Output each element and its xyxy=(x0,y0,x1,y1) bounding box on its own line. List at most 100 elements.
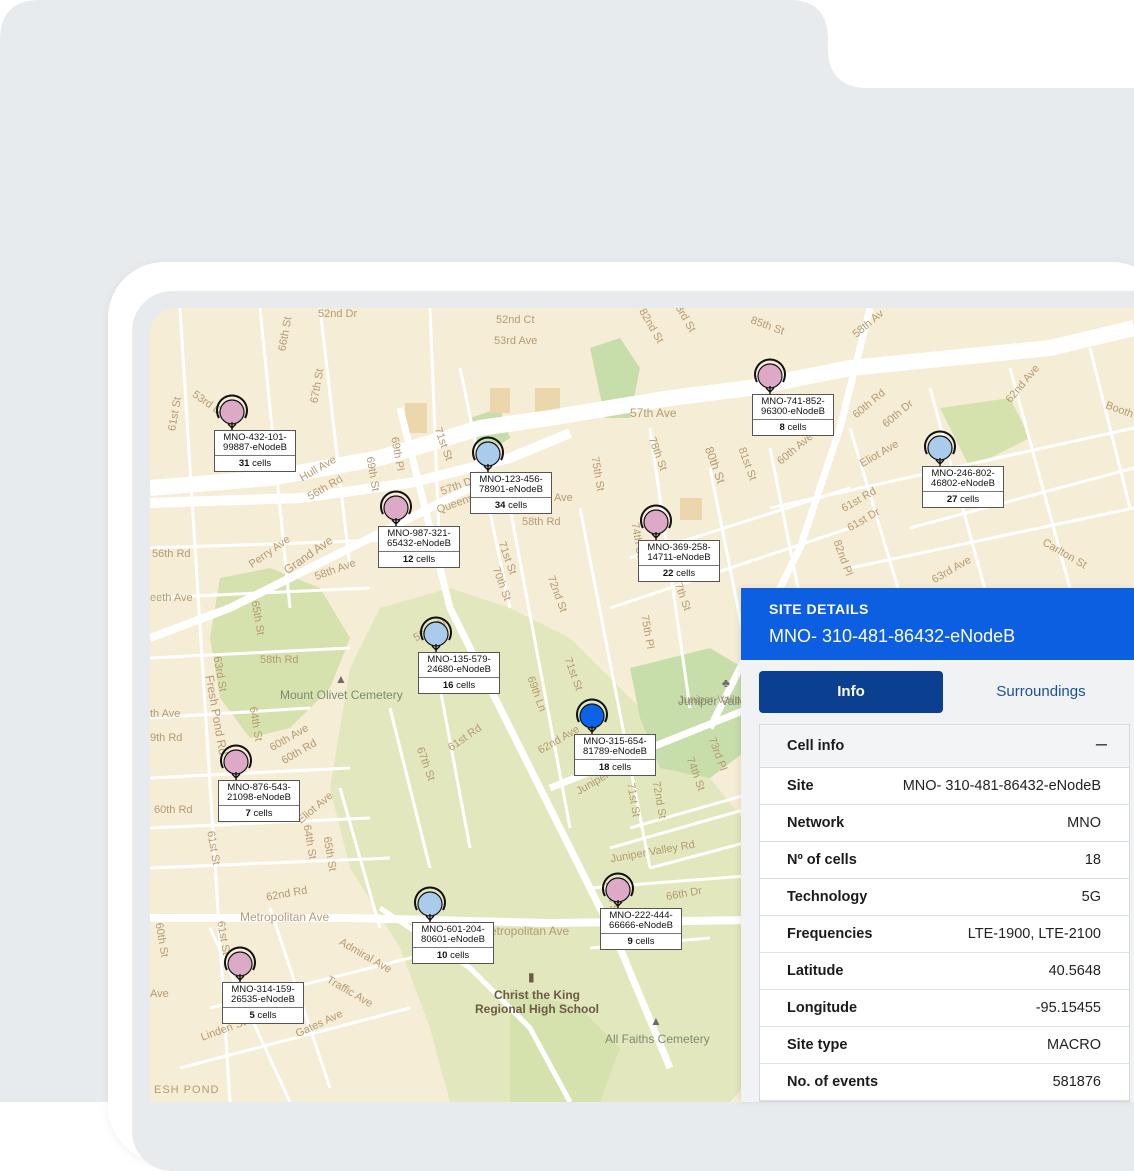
site-title: MNO- 310-481-86432-eNodeB xyxy=(769,626,1016,646)
site-label-card[interactable]: MNO-314-159-26535-eNodeB 5 cells xyxy=(222,982,304,1024)
site-label-card[interactable]: MNO-123-456-78901-eNodeB 34 cells xyxy=(470,472,552,514)
antenna-pin-icon[interactable] xyxy=(378,490,414,528)
cells-unit: cells xyxy=(252,458,272,469)
info-value: MNO- 310-481-86432-eNodeB xyxy=(902,778,1101,794)
info-row: Site MNO- 310-481-86432-eNodeB xyxy=(760,768,1129,805)
antenna-pin-icon[interactable] xyxy=(638,504,674,542)
antenna-pin-icon[interactable] xyxy=(600,872,636,910)
antenna-pin-icon[interactable] xyxy=(218,744,254,782)
info-row: Latitude 40.5648 xyxy=(760,953,1129,990)
antenna-pin-icon[interactable] xyxy=(922,430,958,468)
info-value: 18 xyxy=(1084,852,1101,868)
cells-count: 12 xyxy=(402,554,414,565)
site-name: MNO-601-204-80601-eNodeB xyxy=(413,923,493,948)
collapse-icon[interactable]: – xyxy=(1096,733,1107,756)
map-label: 58th Rd xyxy=(260,654,299,666)
info-key: Nº of cells xyxy=(787,852,857,868)
panel-header: SITE DETAILS MNO- 310-481-86432-eNodeB xyxy=(741,588,1134,660)
site-name: MNO-123-456-78901-eNodeB xyxy=(471,473,551,498)
antenna-pin-icon[interactable] xyxy=(418,616,454,654)
site-label-card[interactable]: MNO-315-654-81789-eNodeB 18 cells xyxy=(574,734,656,776)
antenna-pin-icon[interactable] xyxy=(752,358,788,396)
cells-unit: cells xyxy=(676,568,696,579)
map-label: eeth Ave xyxy=(150,592,193,604)
site-label-card[interactable]: MNO-876-543-21098-eNodeB 7 cells xyxy=(218,780,300,822)
cell-info-table: Cell info – Site MNO- 310-481-86432-eNode… xyxy=(759,724,1130,1102)
site-cells: 10 cells xyxy=(413,948,493,963)
site-name: MNO-135-579-24680-eNodeB xyxy=(419,653,499,678)
info-row: Nº of cells 18 xyxy=(760,842,1129,879)
site-label-card[interactable]: MNO-222-444-66666-eNodeB 9 cells xyxy=(600,908,682,950)
map-label: Ave xyxy=(150,988,169,1000)
cell-info-title: Cell info xyxy=(787,738,845,754)
map-label: 58th Rd xyxy=(522,516,561,528)
site-label-card[interactable]: MNO-601-204-80601-eNodeB 10 cells xyxy=(412,922,494,964)
map-label: ESH POND xyxy=(154,1084,220,1096)
cells-count: 31 xyxy=(238,458,250,469)
site-label-card[interactable]: MNO-987-321-65432-eNodeB 12 cells xyxy=(378,526,460,568)
site-cells: 12 cells xyxy=(379,552,459,567)
map-label: 52nd Dr xyxy=(318,308,358,320)
cells-unit: cells xyxy=(960,494,980,505)
cells-count: 18 xyxy=(598,762,610,773)
school-icon: ▮ xyxy=(528,970,535,984)
place-label: Mount Olivet Cemetery xyxy=(280,688,403,702)
tab-info[interactable]: Info xyxy=(759,671,943,713)
site-cells: 8 cells xyxy=(753,420,833,435)
info-row: Site type MACRO xyxy=(760,1027,1129,1064)
antenna-pin-icon[interactable] xyxy=(214,394,250,432)
site-cells: 31 cells xyxy=(215,456,295,471)
cells-count: 7 xyxy=(245,808,251,819)
cemetery-icon: ▲ xyxy=(335,672,347,686)
cells-unit: cells xyxy=(635,936,655,947)
info-value: MACRO xyxy=(1047,1037,1101,1053)
antenna-pin-icon[interactable] xyxy=(412,886,448,924)
site-cells: 16 cells xyxy=(419,678,499,693)
site-cells: 9 cells xyxy=(601,934,681,949)
place-label: All Faiths Cemetery xyxy=(605,1032,710,1046)
map-label: Ave xyxy=(554,492,573,504)
site-label-card[interactable]: MNO-135-579-24680-eNodeB 16 cells xyxy=(418,652,500,694)
info-key: Site xyxy=(787,778,814,794)
cells-count: 10 xyxy=(436,950,448,961)
antenna-pin-icon[interactable] xyxy=(574,698,610,736)
info-row: Longitude -95.15455 xyxy=(760,990,1129,1027)
cells-unit: cells xyxy=(787,422,807,433)
cells-count: 22 xyxy=(662,568,674,579)
antenna-pin-icon[interactable] xyxy=(222,946,258,984)
cells-unit: cells xyxy=(456,680,476,691)
site-cells: 18 cells xyxy=(575,760,655,775)
tab-surroundings[interactable]: Surroundings xyxy=(953,671,1129,713)
info-value: 40.5648 xyxy=(1048,963,1101,979)
site-cells: 7 cells xyxy=(219,806,299,821)
map-label: Metropolitan Ave xyxy=(240,910,330,924)
info-row: No. of events 581876 xyxy=(760,1064,1129,1101)
info-value: LTE-1900, LTE-2100 xyxy=(967,926,1101,942)
antenna-pin-icon[interactable] xyxy=(470,436,506,474)
map-label: 56th Rd xyxy=(152,548,191,560)
cells-count: 16 xyxy=(442,680,454,691)
section-label: SITE DETAILS xyxy=(769,601,869,617)
cells-unit: cells xyxy=(257,1010,277,1021)
info-key: Latitude xyxy=(787,963,844,979)
info-value: -95.15455 xyxy=(1035,1000,1101,1016)
site-label-card[interactable]: MNO-369-258-14711-eNodeB 22 cells xyxy=(638,540,720,582)
cell-info-header[interactable]: Cell info – xyxy=(760,725,1129,768)
info-key: Frequencies xyxy=(787,926,873,942)
site-label-card[interactable]: MNO-432-101-99887-eNodeB 31 cells xyxy=(214,430,296,472)
site-label-card[interactable]: MNO-741-852-96300-eNodeB 8 cells xyxy=(752,394,834,436)
site-label-card[interactable]: MNO-246-802-46802-eNodeB 27 cells xyxy=(922,466,1004,508)
map-label: 52nd Ct xyxy=(496,314,535,326)
info-key: Network xyxy=(787,815,845,831)
cells-count: 27 xyxy=(946,494,958,505)
cells-count: 34 xyxy=(494,500,506,511)
site-details-panel: SITE DETAILS MNO- 310-481-86432-eNodeB I… xyxy=(741,588,1134,1102)
info-row: Frequencies LTE-1900, LTE-2100 xyxy=(760,916,1129,953)
site-name: MNO-369-258-14711-eNodeB xyxy=(639,541,719,566)
site-cells: 5 cells xyxy=(223,1008,303,1023)
info-key: Technology xyxy=(787,889,868,905)
site-name: MNO-222-444-66666-eNodeB xyxy=(601,909,681,934)
site-cells: 22 cells xyxy=(639,566,719,581)
info-key: No. of events xyxy=(787,1074,879,1090)
tree-icon: ♣ xyxy=(722,676,730,690)
